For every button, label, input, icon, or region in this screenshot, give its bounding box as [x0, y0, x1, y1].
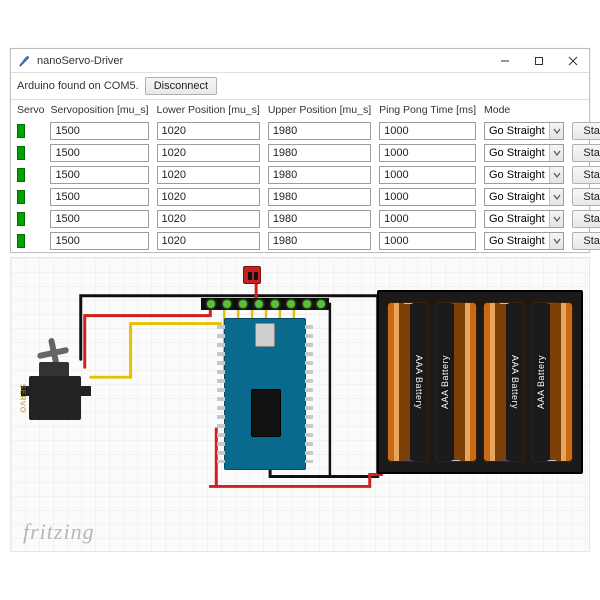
lower-position-input[interactable]: [157, 188, 260, 206]
mode-select[interactable]: Go Straight: [484, 166, 564, 184]
pingpong-time-input[interactable]: [379, 210, 476, 228]
battery-label: AAA Battery: [440, 303, 450, 461]
start-button[interactable]: Start: [572, 232, 600, 250]
servo-indicator: [17, 124, 25, 138]
start-button[interactable]: Start: [572, 188, 600, 206]
mode-select[interactable]: Go Straight: [484, 144, 564, 162]
upper-position-input[interactable]: [268, 166, 371, 184]
servo-position-input[interactable]: [50, 188, 148, 206]
battery-label: AAA Battery: [510, 303, 520, 461]
arduino-nano: [224, 318, 306, 470]
window-title: nanoServo-Driver: [37, 55, 123, 67]
chevron-down-icon: [549, 233, 563, 249]
table-row: Go StraightStartStop: [11, 208, 600, 230]
mode-value: Go Straight: [485, 147, 549, 159]
servo-position-input[interactable]: [50, 166, 148, 184]
servo-position-input[interactable]: [50, 232, 148, 250]
mode-select[interactable]: Go Straight: [484, 232, 564, 250]
col-lower: Lower Position [mu_s]: [153, 100, 264, 120]
mode-select[interactable]: Go Straight: [484, 188, 564, 206]
mode-value: Go Straight: [485, 235, 549, 247]
mode-value: Go Straight: [485, 125, 549, 137]
table-row: Go StraightStartStop: [11, 142, 600, 164]
mode-select[interactable]: Go Straight: [484, 210, 564, 228]
lower-position-input[interactable]: [157, 210, 260, 228]
battery-label: AAA Battery: [414, 303, 424, 461]
start-button[interactable]: Start: [572, 144, 600, 162]
close-button[interactable]: [555, 49, 589, 73]
table-row: Go StraightStartStop: [11, 164, 600, 186]
upper-position-input[interactable]: [268, 188, 371, 206]
lower-position-input[interactable]: [157, 144, 260, 162]
pingpong-time-input[interactable]: [379, 144, 476, 162]
pingpong-time-input[interactable]: [379, 122, 476, 140]
chevron-down-icon: [549, 123, 563, 139]
col-position: Servoposition [mu_s]: [46, 100, 152, 120]
minimize-button[interactable]: [487, 49, 521, 73]
servo-indicator: [17, 168, 25, 182]
servo-position-input[interactable]: [50, 122, 148, 140]
col-mode: Mode: [480, 100, 568, 120]
chevron-down-icon: [549, 189, 563, 205]
disconnect-button[interactable]: Disconnect: [145, 77, 217, 95]
col-pingpong: Ping Pong Time [ms]: [375, 100, 480, 120]
lower-position-input[interactable]: [157, 122, 260, 140]
upper-position-input[interactable]: [268, 122, 371, 140]
servo-indicator: [17, 146, 25, 160]
servo-indicator: [17, 234, 25, 248]
battery-label: AAA Battery: [536, 303, 546, 461]
battery-pack: AAA Battery AAA Battery AAA Battery AAA …: [377, 290, 583, 474]
connection-status-text: Arduino found on COM5.: [17, 80, 139, 92]
start-button[interactable]: Start: [572, 122, 600, 140]
servo-position-input[interactable]: [50, 210, 148, 228]
servo-table: Servo Servoposition [mu_s] Lower Positio…: [11, 100, 600, 252]
table-row: Go StraightStartStop: [11, 230, 600, 252]
lower-position-input[interactable]: [157, 232, 260, 250]
chevron-down-icon: [549, 211, 563, 227]
maximize-button[interactable]: [521, 49, 555, 73]
pin-header: [201, 298, 329, 310]
servo-motor: SERVO: [17, 348, 95, 438]
pingpong-time-input[interactable]: [379, 188, 476, 206]
status-row: Arduino found on COM5. Disconnect: [11, 73, 589, 100]
circuit-diagram: SERVO AAA Battery AAA Battery AAA Batter…: [10, 257, 590, 552]
app-window: nanoServo-Driver Arduino found on COM5. …: [10, 48, 590, 253]
pingpong-time-input[interactable]: [379, 166, 476, 184]
chevron-down-icon: [549, 167, 563, 183]
power-switch: [243, 266, 261, 284]
col-servo: Servo: [11, 100, 46, 120]
titlebar: nanoServo-Driver: [11, 49, 589, 73]
lower-position-input[interactable]: [157, 166, 260, 184]
table-row: Go StraightStartStop: [11, 186, 600, 208]
start-button[interactable]: Start: [572, 210, 600, 228]
servo-label: SERVO: [17, 380, 27, 418]
upper-position-input[interactable]: [268, 210, 371, 228]
usb-port-icon: [255, 323, 275, 347]
fritzing-watermark: fritzing: [23, 519, 95, 545]
mcu-chip-icon: [251, 389, 281, 437]
upper-position-input[interactable]: [268, 232, 371, 250]
mode-value: Go Straight: [485, 169, 549, 181]
servo-position-input[interactable]: [50, 144, 148, 162]
servo-indicator: [17, 190, 25, 204]
feather-icon: [17, 54, 31, 68]
table-row: Go StraightStartStop: [11, 120, 600, 142]
pingpong-time-input[interactable]: [379, 232, 476, 250]
mode-select[interactable]: Go Straight: [484, 122, 564, 140]
start-button[interactable]: Start: [572, 166, 600, 184]
upper-position-input[interactable]: [268, 144, 371, 162]
mode-value: Go Straight: [485, 213, 549, 225]
col-upper: Upper Position [mu_s]: [264, 100, 375, 120]
servo-indicator: [17, 212, 25, 226]
mode-value: Go Straight: [485, 191, 549, 203]
chevron-down-icon: [549, 145, 563, 161]
